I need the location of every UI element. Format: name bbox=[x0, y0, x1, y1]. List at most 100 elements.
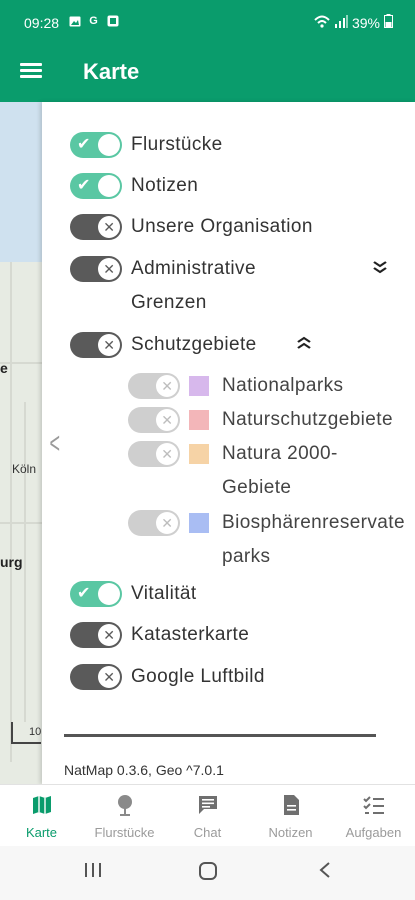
recents-icon[interactable] bbox=[84, 861, 102, 884]
layer-label: Flurstücke bbox=[131, 134, 223, 155]
close-icon: ✕ bbox=[103, 337, 115, 353]
status-bar: 09:28 G 39% bbox=[0, 0, 415, 46]
version-text: NatMap 0.3.6, Geo ^7.0.1 bbox=[64, 762, 224, 778]
nav-item-notizen[interactable]: Notizen bbox=[249, 785, 332, 846]
signal-icon bbox=[334, 14, 348, 31]
status-system-icons: 39% bbox=[314, 14, 393, 31]
status-time: 09:28 bbox=[24, 15, 60, 31]
nav-label: Chat bbox=[193, 825, 222, 840]
map-label: e bbox=[0, 360, 8, 376]
layer-label: Administrative Grenzen bbox=[131, 258, 256, 313]
color-swatch bbox=[189, 410, 209, 430]
toggle-switch[interactable]: ✕ bbox=[70, 622, 122, 648]
map-water bbox=[0, 102, 42, 262]
toggle-switch[interactable]: ✕ bbox=[70, 664, 122, 690]
app-bar: Karte bbox=[0, 46, 415, 102]
battery-level: 39% bbox=[351, 14, 380, 31]
battery-icon bbox=[384, 14, 393, 31]
color-swatch bbox=[189, 513, 209, 533]
chevron-double-up-icon[interactable] bbox=[297, 336, 311, 353]
sublayer-label: Naturschutzgebiete bbox=[222, 409, 393, 430]
sublayer-label: Nationalparks bbox=[222, 375, 344, 396]
close-icon: ✕ bbox=[103, 627, 115, 643]
layer-label: Unsere Organisation bbox=[131, 216, 313, 237]
sublayer-nationalparks[interactable]: ✕ Nationalparks bbox=[128, 369, 343, 403]
layer-panel: < ✔ Flurstücke ✔ Notizen ✕ Unsere Organi… bbox=[42, 102, 415, 784]
map-scale: 10 bbox=[11, 722, 41, 744]
toggle-switch[interactable]: ✕ bbox=[70, 332, 122, 358]
nav-item-flurstuecke[interactable]: Flurstücke bbox=[83, 785, 166, 846]
toggle-switch[interactable]: ✕ bbox=[128, 407, 180, 433]
close-icon: ✕ bbox=[103, 219, 115, 235]
layer-label: Vitalität bbox=[131, 583, 197, 604]
tree-icon bbox=[113, 793, 137, 817]
toggle-switch[interactable]: ✕ bbox=[128, 510, 180, 536]
toggle-switch[interactable]: ✔ bbox=[70, 132, 122, 158]
wifi-icon bbox=[314, 15, 330, 31]
layer-google-luftbild[interactable]: ✕ Google Luftbild bbox=[70, 660, 265, 694]
back-icon[interactable] bbox=[318, 861, 332, 884]
layer-label: Google Luftbild bbox=[131, 666, 265, 687]
check-icon: ✔ bbox=[77, 585, 91, 602]
sublayer-label: Biosphärenreservate parks bbox=[222, 512, 405, 567]
check-icon: ✔ bbox=[77, 177, 91, 194]
toggle-switch[interactable]: ✕ bbox=[128, 373, 180, 399]
toggle-switch[interactable]: ✔ bbox=[70, 581, 122, 607]
nav-label: Karte bbox=[25, 825, 58, 840]
divider bbox=[64, 734, 376, 737]
page-title: Karte bbox=[83, 59, 140, 84]
nav-item-aufgaben[interactable]: Aufgaben bbox=[332, 785, 415, 846]
color-swatch bbox=[189, 444, 209, 464]
layer-schutzgebiete[interactable]: ✕ Schutzgebiete bbox=[70, 328, 257, 362]
color-swatch bbox=[189, 376, 209, 396]
nav-label: Notizen bbox=[268, 825, 313, 840]
close-icon: ✕ bbox=[161, 446, 173, 462]
chevron-left-icon[interactable]: < bbox=[50, 427, 61, 461]
layer-organisation[interactable]: ✕ Unsere Organisation bbox=[70, 210, 313, 244]
close-icon: ✕ bbox=[103, 669, 115, 685]
map-label: Köln bbox=[12, 462, 37, 476]
home-icon[interactable] bbox=[198, 861, 218, 886]
g-icon: G bbox=[89, 15, 98, 27]
chat-icon bbox=[196, 793, 220, 817]
status-notification-icons: G bbox=[68, 15, 119, 27]
toggle-switch[interactable]: ✕ bbox=[70, 256, 122, 282]
toggle-switch[interactable]: ✔ bbox=[70, 173, 122, 199]
sublayer-naturschutzgebiete[interactable]: ✕ Naturschutzgebiete bbox=[128, 403, 393, 437]
close-icon: ✕ bbox=[161, 515, 173, 531]
bottom-navigation: Karte Flurstücke Chat Notizen Aufgaben bbox=[0, 784, 415, 846]
close-icon: ✕ bbox=[161, 378, 173, 394]
system-navigation-bar bbox=[0, 846, 415, 900]
checklist-icon bbox=[362, 793, 386, 817]
app-icon bbox=[106, 15, 119, 27]
map-road bbox=[10, 262, 12, 762]
nav-label: Aufgaben bbox=[345, 825, 402, 840]
sublayer-natura-2000[interactable]: ✕ Natura 2000-Gebiete bbox=[128, 437, 372, 505]
layer-katasterkarte[interactable]: ✕ Katasterkarte bbox=[70, 618, 249, 652]
layer-administrative-grenzen[interactable]: ✕ Administrative Grenzen bbox=[70, 252, 321, 320]
sublayer-label: Natura 2000-Gebiete bbox=[222, 443, 338, 498]
map-road bbox=[0, 522, 42, 524]
sublayer-biosphaerenreservate[interactable]: ✕ Biosphärenreservate parks bbox=[128, 506, 412, 574]
nav-item-karte[interactable]: Karte bbox=[0, 785, 83, 846]
close-icon: ✕ bbox=[161, 412, 173, 428]
chevron-double-down-icon[interactable] bbox=[373, 260, 387, 277]
layer-label: Notizen bbox=[131, 175, 199, 196]
document-icon bbox=[279, 793, 303, 817]
nav-label: Flurstücke bbox=[94, 825, 155, 840]
toggle-switch[interactable]: ✕ bbox=[70, 214, 122, 240]
layer-flurstuecke[interactable]: ✔ Flurstücke bbox=[70, 128, 223, 162]
map-view[interactable]: e Köln urg 10 bbox=[0, 102, 42, 784]
toggle-switch[interactable]: ✕ bbox=[128, 441, 180, 467]
check-icon: ✔ bbox=[77, 136, 91, 153]
layer-label: Katasterkarte bbox=[131, 624, 250, 645]
close-icon: ✕ bbox=[103, 261, 115, 277]
layer-vitalitaet[interactable]: ✔ Vitalität bbox=[70, 577, 197, 611]
image-icon bbox=[68, 15, 81, 27]
map-road bbox=[24, 402, 26, 722]
layer-notizen[interactable]: ✔ Notizen bbox=[70, 169, 198, 203]
nav-item-chat[interactable]: Chat bbox=[166, 785, 249, 846]
menu-icon[interactable] bbox=[20, 60, 46, 86]
map-label: urg bbox=[0, 554, 23, 570]
map-icon bbox=[30, 793, 54, 817]
